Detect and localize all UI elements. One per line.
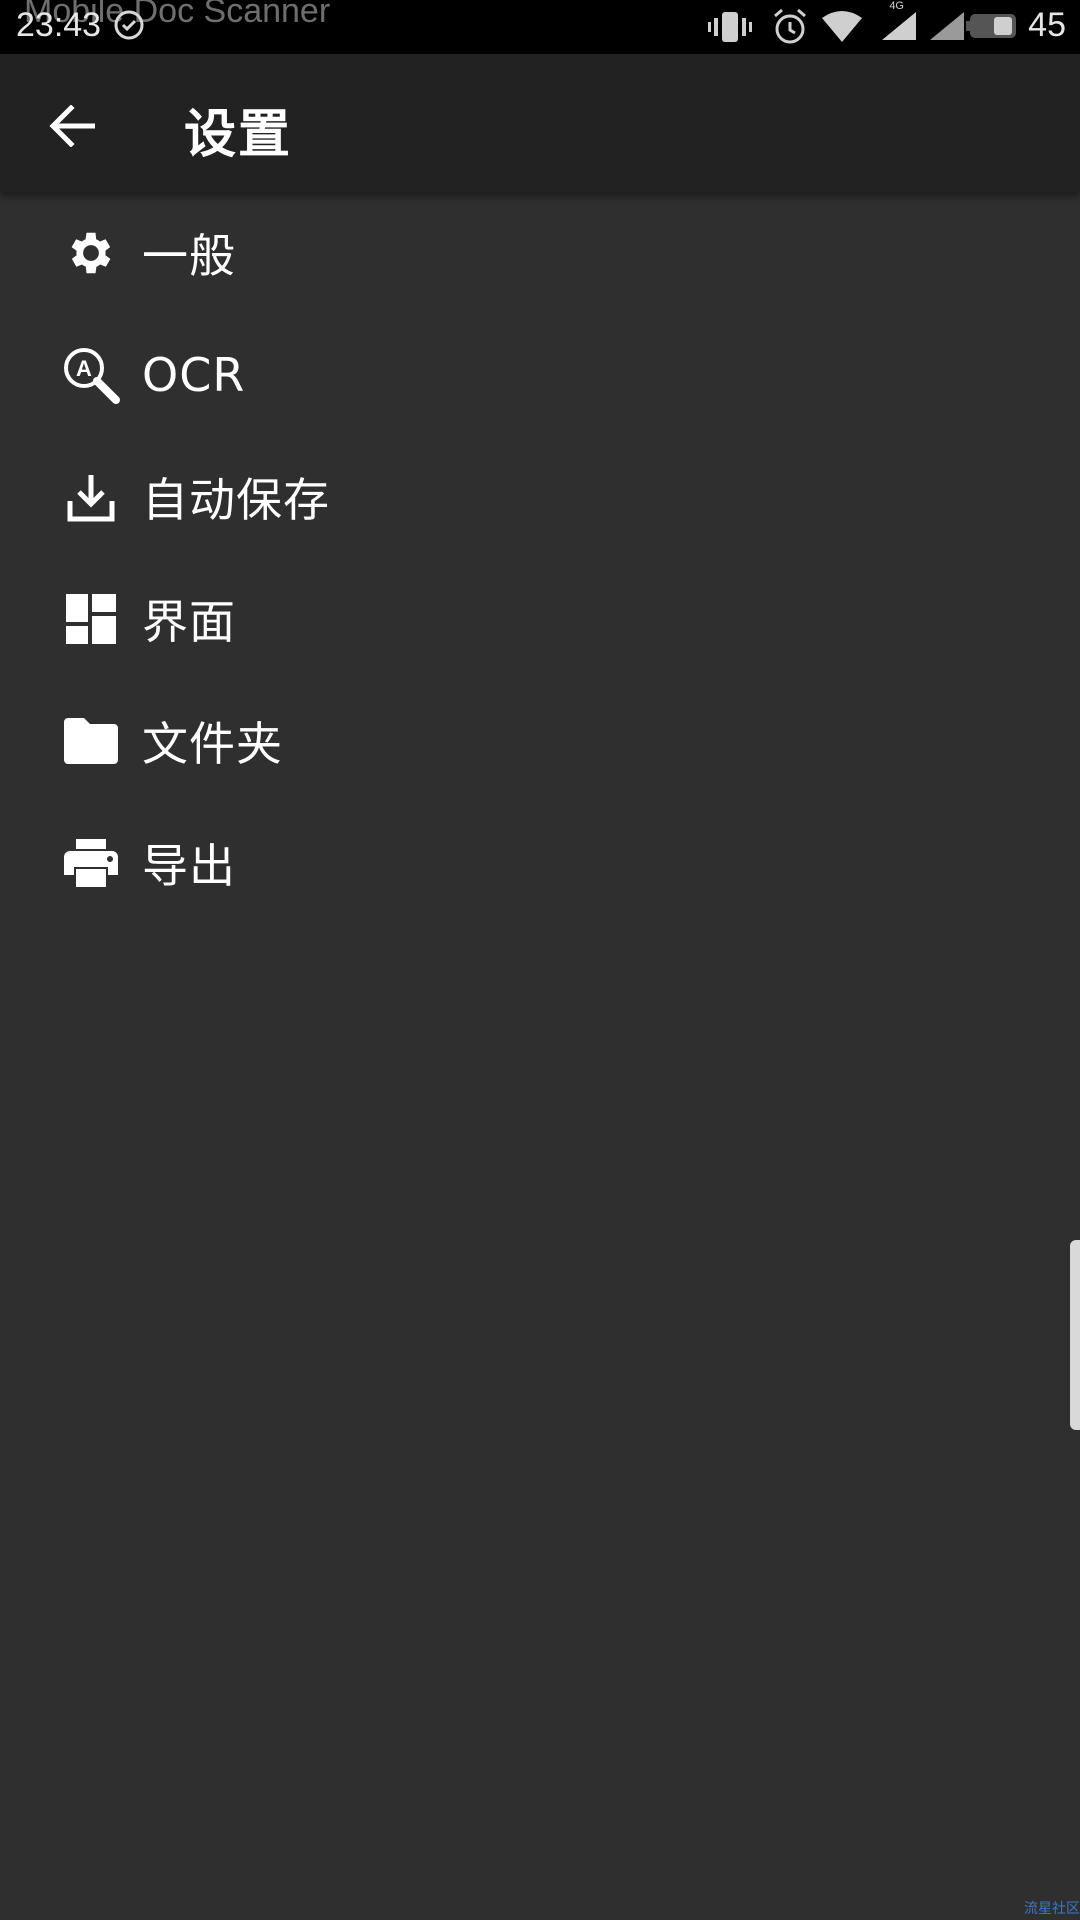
page-title: 设置 — [184, 105, 293, 165]
menu-item-label: 界面 — [142, 595, 236, 649]
menu-item-label: 导出 — [142, 839, 236, 893]
menu-item-ocr[interactable]: A OCR — [0, 314, 1080, 436]
status-bar: Mobile Doc Scanner 23:43 4G 45 — [0, 0, 1080, 54]
menu-item-autosave[interactable]: 自动保存 — [0, 436, 1080, 558]
menu-item-label: 一般 — [142, 229, 236, 283]
dashboard-icon — [62, 590, 120, 648]
arrow-back-icon — [49, 105, 95, 147]
download-icon — [62, 468, 120, 526]
battery-icon — [966, 14, 1016, 38]
menu-item-general[interactable]: 一般 — [0, 192, 1080, 314]
menu-item-interface[interactable]: 界面 — [0, 558, 1080, 680]
battery-percent: 45 — [1028, 6, 1066, 44]
back-button[interactable] — [40, 94, 104, 158]
menu-item-label: OCR — [142, 348, 246, 402]
vibrate-icon — [708, 12, 752, 42]
svg-text:A: A — [76, 356, 92, 381]
alarm-icon — [774, 8, 806, 44]
folder-icon — [62, 712, 120, 770]
network-type-label: 4G — [889, 0, 904, 12]
menu-item-export[interactable]: 导出 — [0, 802, 1080, 924]
sync-icon — [114, 10, 144, 40]
printer-icon — [62, 834, 120, 892]
menu-item-folder[interactable]: 文件夹 — [0, 680, 1080, 802]
menu-item-label: 文件夹 — [142, 717, 283, 771]
signal-icon — [882, 12, 916, 40]
gear-icon — [62, 224, 120, 282]
status-time: 23:43 — [16, 6, 102, 44]
menu-item-label: 自动保存 — [142, 473, 330, 527]
scrollbar-handle[interactable] — [1070, 1240, 1080, 1430]
app-bar: 设置 — [0, 54, 1080, 192]
watermark: 流星社区 — [1024, 1901, 1080, 1917]
signal-icon — [930, 12, 964, 40]
settings-menu: 一般 A OCR 自动保存 界面 文件夹 导出 — [0, 192, 1080, 924]
ocr-search-icon: A — [62, 346, 120, 404]
wifi-icon — [822, 11, 862, 42]
